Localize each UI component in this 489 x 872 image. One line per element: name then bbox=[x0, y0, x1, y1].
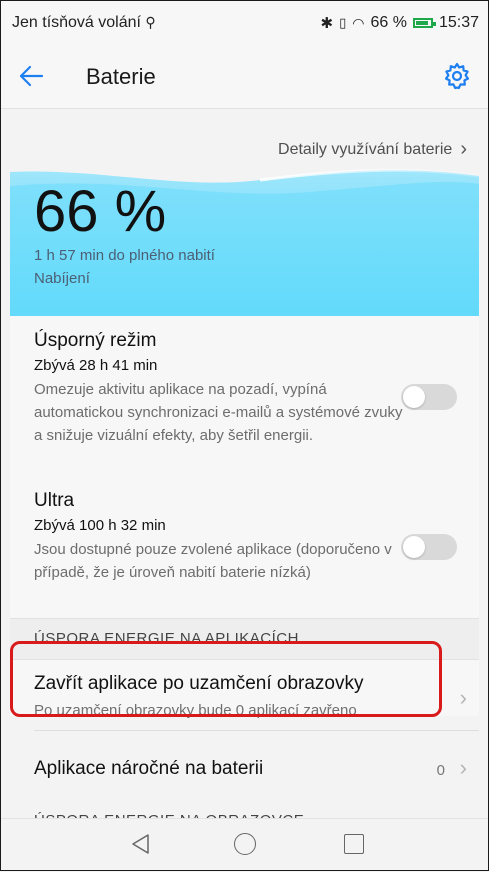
app-bar: Baterie bbox=[0, 44, 489, 109]
time-to-full-charge: 1 h 57 min do plného nabití bbox=[34, 247, 215, 264]
carrier-text: Jen tísňová volání ⚲ bbox=[12, 14, 156, 32]
details-label: Detaily využívání baterie bbox=[278, 140, 453, 158]
page-title: Baterie bbox=[86, 64, 156, 89]
vibrate-icon: ▯ bbox=[339, 15, 347, 30]
ultra-title: Ultra bbox=[34, 490, 75, 511]
battery-usage-details-link[interactable]: Detaily využívání baterie › bbox=[278, 138, 467, 161]
battery-charging-icon bbox=[412, 18, 436, 28]
chevron-right-icon: › bbox=[459, 755, 467, 780]
gear-icon[interactable] bbox=[443, 62, 471, 90]
navigation-bar bbox=[0, 818, 489, 872]
ultra-description: Jsou dostupné pouze zvolené aplikace (do… bbox=[34, 541, 392, 581]
battery-heavy-apps-title: Aplikace náročné na baterii bbox=[34, 758, 264, 779]
battery-heavy-apps-count: 0 bbox=[436, 762, 445, 779]
power-saving-toggle[interactable] bbox=[401, 384, 457, 410]
power-saving-title: Úsporný režim bbox=[34, 330, 157, 351]
nav-recents-icon[interactable] bbox=[344, 834, 364, 854]
clock: 15:37 bbox=[438, 14, 479, 31]
ultra-remaining: Zbývá 100 h 32 min bbox=[34, 517, 166, 534]
bluetooth-icon: ✱ bbox=[320, 15, 334, 32]
chevron-right-icon: › bbox=[459, 685, 467, 710]
highlight-annotation bbox=[10, 641, 442, 717]
battery-percentage: 66 % bbox=[34, 179, 167, 244]
row-divider bbox=[34, 730, 479, 731]
chevron-right-icon: › bbox=[460, 138, 467, 160]
nav-back-icon[interactable] bbox=[130, 833, 150, 855]
power-saving-description: Omezuje aktivitu aplikace na pozadí, vyp… bbox=[34, 381, 403, 444]
battery-heavy-apps-item[interactable]: Aplikace náročné na baterii 0 › bbox=[10, 740, 479, 796]
status-icons: ✱ ▯ ◠ 66 % 15:37 bbox=[321, 14, 479, 32]
wifi-icon: ◠ bbox=[352, 14, 365, 31]
usb-icon: ⚲ bbox=[145, 14, 156, 30]
status-bar: Jen tísňová volání ⚲ ✱ ▯ ◠ 66 % 15:37 bbox=[0, 0, 489, 44]
charging-state: Nabíjení bbox=[34, 270, 90, 287]
carrier-label: Jen tísňová volání bbox=[12, 14, 141, 31]
power-saving-remaining: Zbývá 28 h 41 min bbox=[34, 357, 158, 374]
battery-percent-text: 66 % bbox=[370, 14, 407, 31]
nav-home-icon[interactable] bbox=[234, 833, 256, 855]
ultra-toggle[interactable] bbox=[401, 534, 457, 560]
back-arrow-icon[interactable] bbox=[18, 64, 44, 88]
